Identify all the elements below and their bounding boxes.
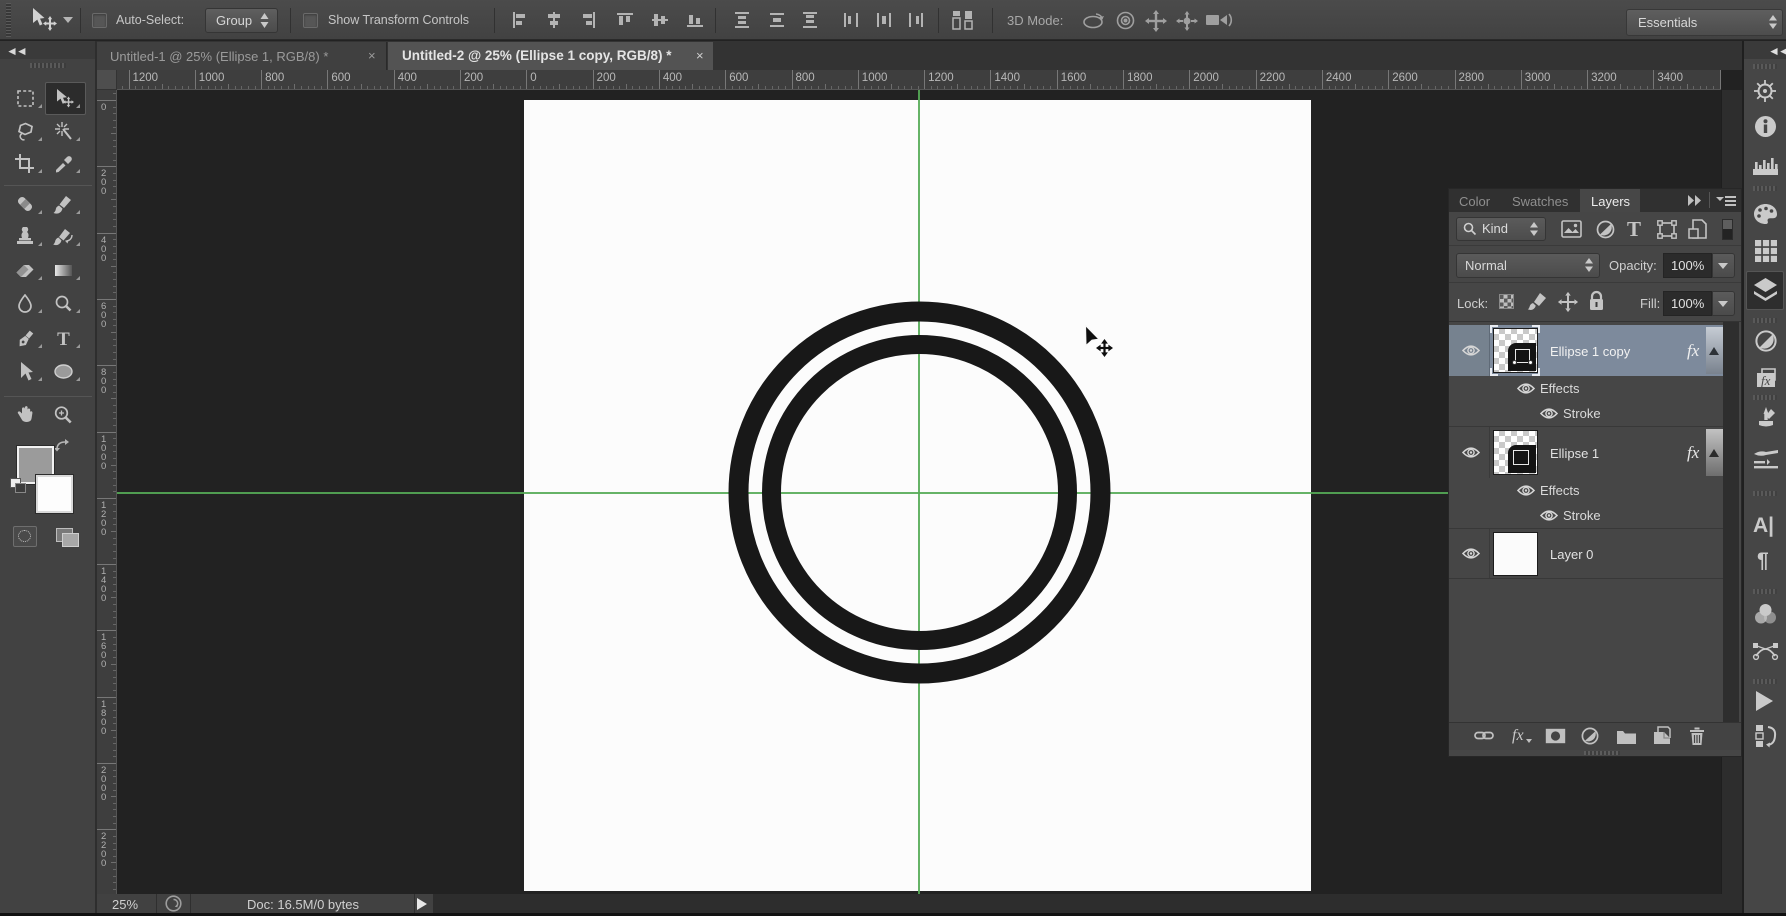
svg-text:T: T — [57, 329, 70, 348]
svg-text:fx: fx — [1761, 373, 1771, 388]
